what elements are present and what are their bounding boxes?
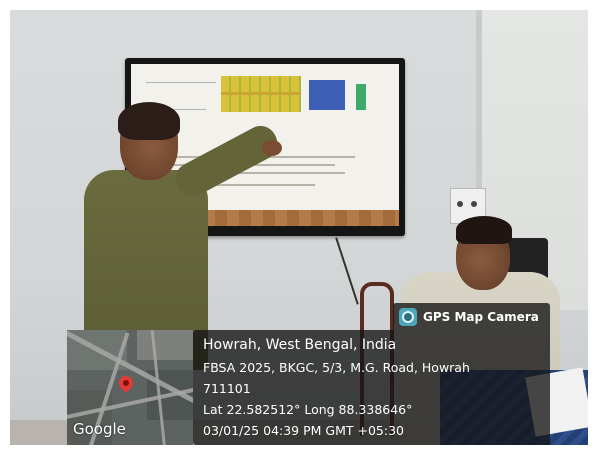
location-title: Howrah, West Bengal, India bbox=[203, 337, 397, 353]
presenter-hand bbox=[262, 140, 282, 156]
camera-icon bbox=[399, 307, 417, 326]
gps-camera-header: GPS Map Camera bbox=[393, 303, 550, 330]
map-thumbnail: Google bbox=[67, 330, 193, 445]
gps-camera-app-name: GPS Map Camera bbox=[423, 309, 539, 324]
location-pin-icon bbox=[116, 373, 136, 393]
address-line-2: 711101 bbox=[203, 381, 251, 396]
coordinates-text: Lat 22.582512° Long 88.338646° bbox=[203, 402, 413, 417]
screen-figure-blue bbox=[309, 80, 345, 110]
screen-figure-grid bbox=[221, 76, 301, 112]
gps-info-panel: Howrah, West Bengal, India FBSA 2025, BK… bbox=[193, 330, 550, 445]
google-logo: Google bbox=[73, 420, 126, 438]
datetime-text: 03/01/25 04:39 PM GMT +05:30 bbox=[203, 423, 404, 438]
seated-person-hair bbox=[456, 216, 512, 244]
screen-figure-green bbox=[356, 84, 366, 110]
tv-cable bbox=[335, 237, 359, 305]
map-block bbox=[137, 330, 193, 360]
presenter-hair bbox=[118, 102, 180, 140]
address-line-1: FBSA 2025, BKGC, 5/3, M.G. Road, Howrah bbox=[203, 360, 470, 375]
